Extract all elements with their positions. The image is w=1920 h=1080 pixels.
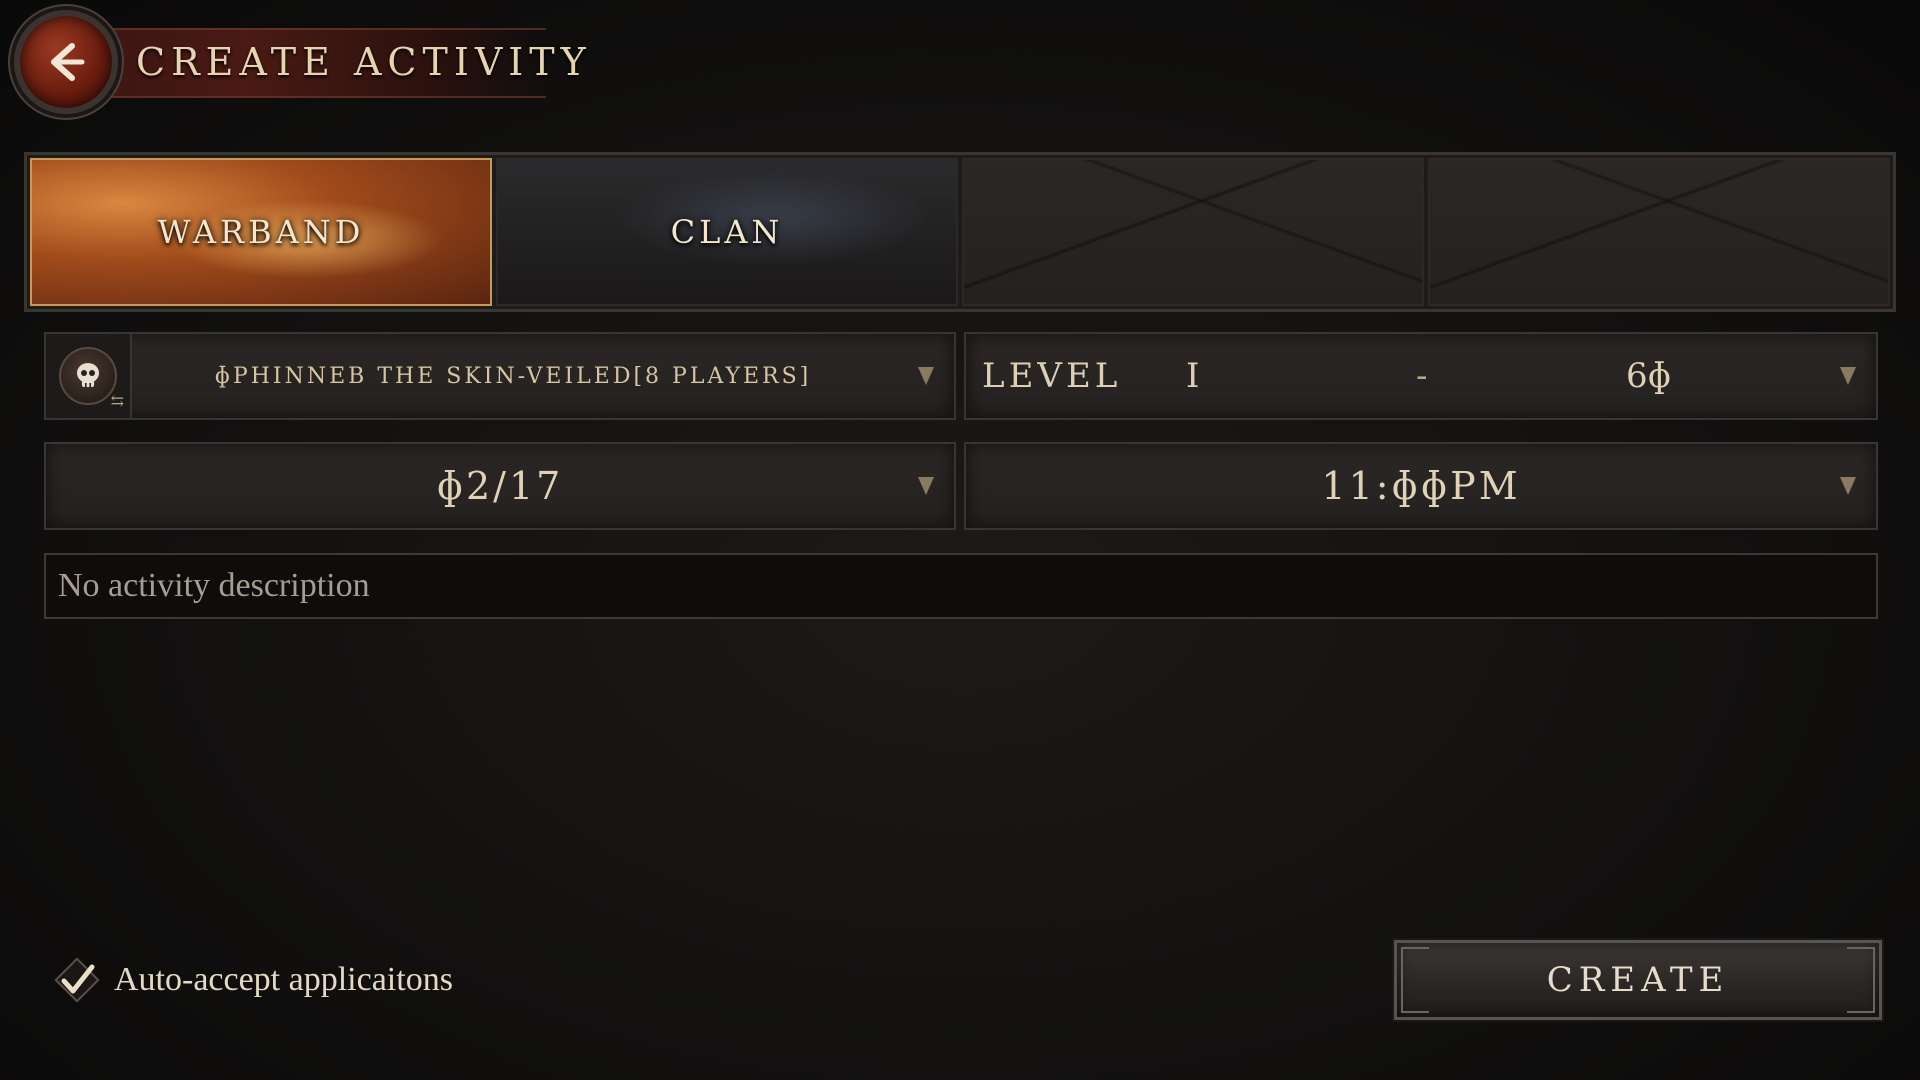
tab-label: CLAN [670, 213, 784, 251]
chevron-down-icon [1840, 367, 1856, 385]
level-label: LEVEL [982, 356, 1122, 396]
date-dropdown[interactable]: ɸ2/17 [44, 442, 956, 530]
create-button[interactable]: CREATE [1394, 940, 1882, 1020]
tab-empty-slot [962, 158, 1424, 306]
time-value: 11:ɸɸPM [1321, 464, 1521, 508]
skull-icon [59, 347, 117, 405]
level-max: 6ɸ [1626, 356, 1672, 396]
chevron-down-icon [918, 477, 934, 495]
time-dropdown[interactable]: 11:ɸɸPM [964, 442, 1878, 530]
tab-warband[interactable]: WARBAND [30, 158, 492, 306]
date-value: ɸ2/17 [436, 464, 564, 508]
level-min: I [1186, 356, 1200, 396]
create-button-label: CREATE [1546, 960, 1730, 1000]
level-range-dropdown[interactable]: LEVEL I - 6ɸ [964, 332, 1878, 420]
chevron-down-icon [918, 367, 934, 385]
chevron-down-icon [1840, 477, 1856, 495]
boss-name: ɸPHINNEB THE SKIN-VEILED[8 PLAYERS] [214, 363, 812, 389]
chevron-left-icon [51, 43, 85, 81]
back-button[interactable] [14, 10, 118, 114]
boss-icon-box[interactable]: ⇆ [46, 334, 132, 418]
tab-label: WARBAND [157, 213, 365, 251]
level-separator: - [1416, 356, 1428, 396]
auto-accept-checkbox[interactable]: Auto-accept applicaitons [52, 955, 453, 1005]
activity-description-input[interactable]: No activity description [44, 553, 1878, 619]
header: CREATE ACTIVITY [14, 10, 614, 114]
checkmark-icon [52, 955, 102, 1005]
create-activity-screen: CREATE ACTIVITY WARBAND CLAN ⇆ ɸPHINNEB … [0, 0, 1920, 1080]
activity-type-tabs: WARBAND CLAN [24, 152, 1896, 312]
swap-icon[interactable]: ⇆ [111, 391, 124, 410]
tab-clan[interactable]: CLAN [496, 158, 958, 306]
description-placeholder: No activity description [58, 567, 370, 604]
page-title: CREATE ACTIVITY [136, 40, 592, 84]
boss-dropdown[interactable]: ⇆ ɸPHINNEB THE SKIN-VEILED[8 PLAYERS] [44, 332, 956, 420]
tab-empty-slot [1428, 158, 1890, 306]
auto-accept-label: Auto-accept applicaitons [114, 961, 453, 998]
